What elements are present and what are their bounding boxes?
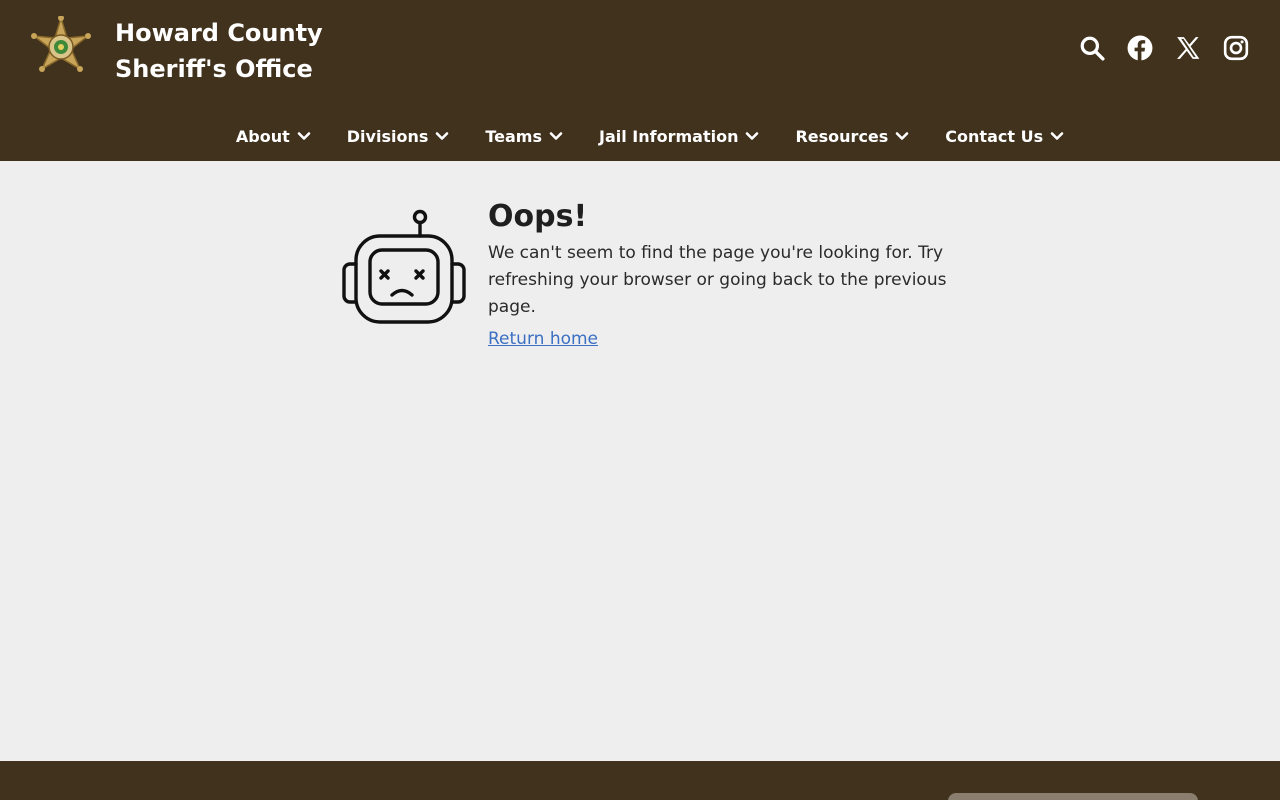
nav-item-label: Contact Us bbox=[945, 126, 1044, 146]
nav-item-label: Resources bbox=[795, 126, 889, 146]
return-home-link[interactable]: Return home bbox=[488, 329, 598, 349]
footer-element[interactable] bbox=[948, 793, 1198, 800]
error-text: Oops! We can't seem to find the page you… bbox=[488, 199, 968, 350]
chevron-down-icon bbox=[895, 132, 909, 140]
nav-item-label: Jail Information bbox=[599, 126, 739, 146]
error-title: Oops! bbox=[488, 199, 588, 234]
chevron-down-icon bbox=[746, 132, 759, 140]
error-block: Oops! We can't seem to find the page you… bbox=[342, 200, 982, 370]
site-header: Howard County Sheriff's Office About Div… bbox=[0, 0, 1280, 161]
header-icons bbox=[1078, 34, 1250, 62]
nav-item-contact-us[interactable]: Contact Us bbox=[945, 116, 1064, 156]
chevron-down-icon bbox=[1050, 132, 1064, 140]
error-message: We can't seem to find the page you're lo… bbox=[488, 243, 947, 317]
site-name-line-2: Sheriff's Office bbox=[115, 55, 313, 83]
site-name[interactable]: Howard County Sheriff's Office bbox=[115, 15, 323, 87]
site-name-line-1: Howard County bbox=[115, 19, 323, 47]
nav-item-label: Teams bbox=[485, 126, 542, 146]
nav-item-jail-information[interactable]: Jail Information bbox=[599, 116, 759, 156]
chevron-down-icon bbox=[436, 132, 449, 140]
sad-robot-icon bbox=[342, 208, 466, 328]
facebook-icon[interactable] bbox=[1126, 34, 1154, 62]
x-twitter-icon[interactable] bbox=[1174, 34, 1202, 62]
chevron-down-icon bbox=[297, 132, 311, 140]
instagram-icon[interactable] bbox=[1222, 34, 1250, 62]
site-footer bbox=[0, 761, 1280, 800]
search-icon[interactable] bbox=[1078, 34, 1106, 62]
nav-item-label: Divisions bbox=[346, 126, 429, 146]
sheriff-star-badge-icon[interactable] bbox=[28, 15, 94, 82]
nav-item-divisions[interactable]: Divisions bbox=[347, 116, 450, 156]
nav-item-teams[interactable]: Teams bbox=[485, 116, 563, 156]
nav-item-resources[interactable]: Resources bbox=[795, 116, 909, 156]
main-nav: About Divisions Teams Jail Information R… bbox=[0, 116, 1280, 156]
nav-item-about[interactable]: About bbox=[236, 116, 311, 156]
nav-item-label: About bbox=[235, 126, 290, 146]
chevron-down-icon bbox=[549, 132, 563, 140]
